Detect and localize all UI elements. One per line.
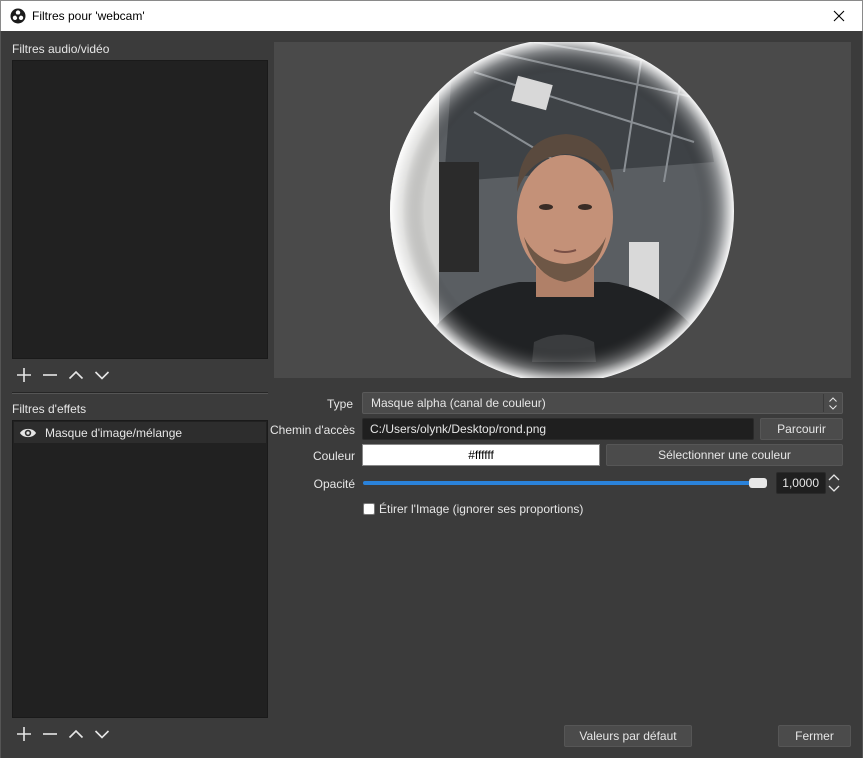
plus-icon [17, 727, 31, 741]
chevron-down-icon [94, 371, 110, 380]
effect-filter-label: Masque d'image/mélange [45, 425, 183, 440]
color-swatch[interactable]: #ffffff [362, 444, 600, 466]
move-down-effect-filter-button[interactable] [91, 724, 113, 744]
eye-icon[interactable] [19, 426, 37, 440]
close-button[interactable]: Fermer [778, 725, 851, 747]
effect-filters-list[interactable]: Masque d'image/mélange [12, 420, 268, 718]
list-item[interactable]: Masque d'image/mélange [14, 422, 266, 443]
stretch-image-checkbox[interactable] [363, 503, 375, 515]
remove-effect-filter-button[interactable] [39, 724, 61, 744]
chevron-down-icon [94, 730, 110, 739]
effect-filters-heading: Filtres d'effets [12, 402, 87, 416]
browse-button[interactable]: Parcourir [760, 418, 843, 440]
move-up-effect-filter-button[interactable] [65, 724, 87, 744]
type-label: Type [326, 397, 353, 411]
opacity-label: Opacité [313, 477, 355, 491]
filter-preview [274, 42, 851, 378]
effect-filters-toolbar [13, 724, 113, 744]
chevron-up-icon[interactable] [827, 472, 841, 482]
type-select[interactable]: Masque alpha (canal de couleur) [362, 392, 843, 414]
splitter[interactable] [12, 392, 268, 394]
close-window-button[interactable] [816, 1, 862, 31]
color-label: Couleur [312, 449, 355, 463]
av-filters-toolbar [13, 365, 113, 385]
move-up-av-filter-button[interactable] [65, 365, 87, 385]
select-color-button[interactable]: Sélectionner une couleur [606, 444, 843, 466]
add-effect-filter-button[interactable] [13, 724, 35, 744]
opacity-spinbox[interactable]: 1,0000 [776, 472, 826, 494]
chevron-up-icon [68, 729, 84, 739]
opacity-slider-handle[interactable] [749, 478, 767, 488]
title-bar: Filtres pour 'webcam' [0, 0, 863, 31]
chevron-up-icon [68, 370, 84, 380]
av-filters-heading: Filtres audio/vidéo [12, 42, 110, 56]
stretch-image-label[interactable]: Étirer l'Image (ignorer ses proportions) [379, 502, 583, 516]
path-input[interactable]: C:/Users/olynk/Desktop/rond.png [362, 418, 754, 440]
type-select-arrows [823, 394, 841, 412]
opacity-slider-track[interactable] [363, 481, 767, 485]
defaults-button[interactable]: Valeurs par défaut [564, 725, 692, 747]
webcam-preview-image [274, 42, 851, 378]
path-label: Chemin d'accès [270, 423, 355, 437]
chevron-up-icon [828, 396, 837, 402]
av-filters-list[interactable] [12, 60, 268, 359]
type-select-value: Masque alpha (canal de couleur) [371, 396, 546, 410]
opacity-spin-arrows [827, 472, 843, 494]
chevron-down-icon [828, 404, 837, 410]
obs-logo-icon [10, 8, 26, 24]
plus-icon [17, 368, 31, 382]
dialog-body: Filtres audio/vidéo Filtres d'effets Mas… [0, 31, 863, 758]
remove-av-filter-button[interactable] [39, 365, 61, 385]
minus-icon [43, 733, 57, 735]
window-title: Filtres pour 'webcam' [32, 9, 145, 23]
close-icon [833, 10, 845, 22]
move-down-av-filter-button[interactable] [91, 365, 113, 385]
add-av-filter-button[interactable] [13, 365, 35, 385]
minus-icon [43, 374, 57, 376]
chevron-down-icon[interactable] [827, 484, 841, 494]
